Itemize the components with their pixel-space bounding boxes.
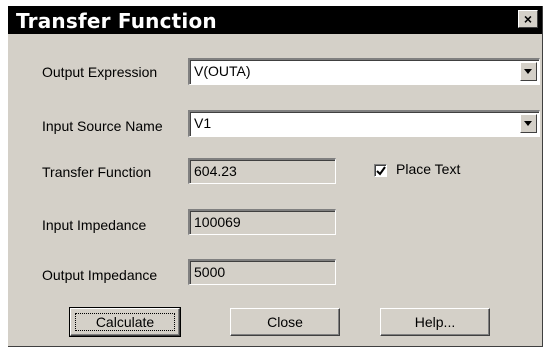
dialog-title: Transfer Function <box>16 9 217 33</box>
dropdown-arrow-icon[interactable] <box>520 114 537 133</box>
place-text-checkbox[interactable] <box>374 164 387 177</box>
calculate-button[interactable]: Calculate <box>69 307 181 337</box>
checkmark-icon <box>376 166 386 176</box>
transfer-function-value: 604.23 <box>194 163 237 179</box>
focus-rect <box>75 313 175 331</box>
transfer-function-label: Transfer Function <box>42 164 152 180</box>
input-impedance-label: Input Impedance <box>42 217 147 233</box>
place-text-label[interactable]: Place Text <box>396 161 460 177</box>
close-icon[interactable]: × <box>518 10 538 28</box>
output-expression-value: V(OUTA) <box>194 63 251 79</box>
input-source-name-label: Input Source Name <box>42 118 163 134</box>
dropdown-arrow-icon[interactable] <box>520 62 537 81</box>
close-button[interactable]: Close <box>230 308 340 336</box>
input-source-name-combo[interactable]: V1 <box>188 110 540 137</box>
help-button[interactable]: Help... <box>380 308 490 336</box>
input-impedance-value: 100069 <box>194 214 241 230</box>
close-button-label: Close <box>267 314 303 330</box>
input-source-name-value: V1 <box>194 115 212 131</box>
title-bar: Transfer Function × <box>8 6 542 34</box>
help-button-label: Help... <box>414 314 456 330</box>
transfer-function-dialog: Transfer Function × Output Expression V(… <box>8 6 543 347</box>
output-impedance-label: Output Impedance <box>42 267 158 283</box>
output-expression-combo[interactable]: V(OUTA) <box>188 58 540 85</box>
transfer-function-field: 604.23 <box>188 158 336 184</box>
output-impedance-value: 5000 <box>194 264 226 280</box>
output-impedance-field: 5000 <box>188 259 336 285</box>
input-impedance-field: 100069 <box>188 209 336 235</box>
output-expression-label: Output Expression <box>42 64 158 80</box>
